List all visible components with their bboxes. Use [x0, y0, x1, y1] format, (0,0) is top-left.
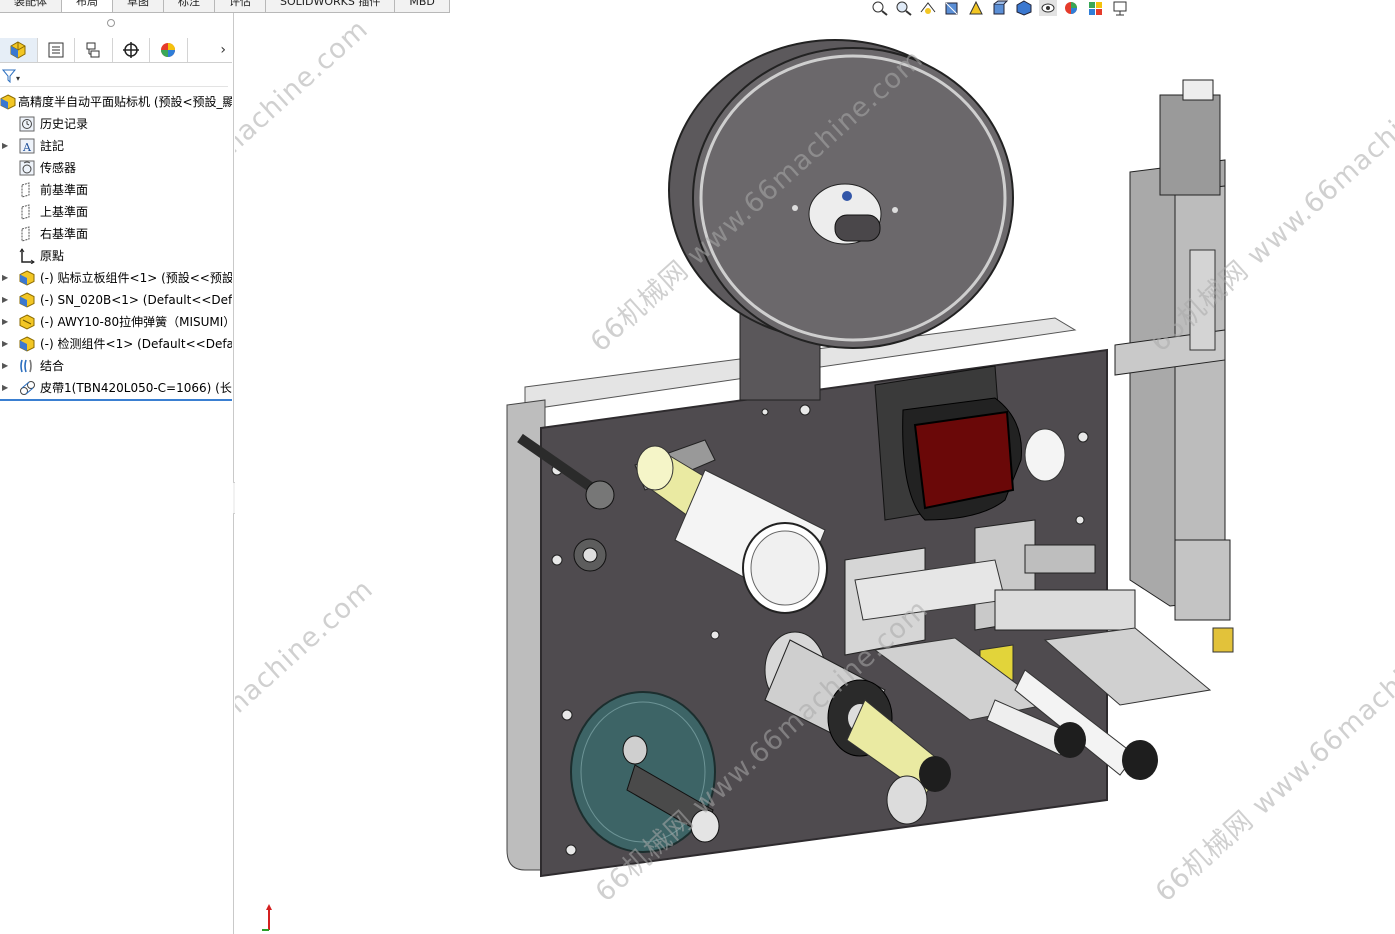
- subassembly-icon: [19, 292, 35, 308]
- filter-caret: ▾: [16, 74, 20, 83]
- tree-item-top-plane[interactable]: 上基準面: [0, 201, 232, 223]
- tree-item-label: (-) 贴标立板组件<1> (预設<<预設: [40, 271, 232, 285]
- tab-sketch[interactable]: 草图: [113, 0, 164, 13]
- manager-pane-tabs: ›: [0, 38, 232, 63]
- subassembly-icon: [19, 336, 35, 352]
- property-manager-icon: [48, 42, 64, 58]
- coordinate-triad: [262, 904, 272, 931]
- belt-icon: [20, 381, 35, 395]
- tree-item-label: (-) 检测组件<1> (Default<<Defau: [40, 337, 232, 351]
- display-manager-icon: [161, 43, 176, 57]
- part-icon: [19, 314, 35, 330]
- expand-arrow-icon[interactable]: ▶: [2, 333, 12, 355]
- tree-item-history[interactable]: 历史记录: [0, 113, 232, 135]
- tab-solidworks-addins[interactable]: SOLIDWORKS 插件: [266, 0, 396, 13]
- svg-text:A: A: [22, 141, 32, 154]
- tree-item-mates[interactable]: ▶ 结合: [0, 355, 232, 377]
- feature-tree: 高精度半自动平面贴标机 (预設<预設_顯 历史记录 ▶ A 註記 传感器 前基準…: [0, 91, 232, 401]
- expand-arrow-icon[interactable]: ▶: [2, 267, 12, 289]
- sensors-icon: [19, 160, 35, 176]
- feature-manager-icon: [10, 41, 26, 59]
- tree-root-assembly[interactable]: 高精度半自动平面贴标机 (预設<预設_顯: [0, 91, 232, 113]
- annotations-icon: A: [19, 138, 35, 154]
- tree-item-label: 传感器: [40, 161, 77, 175]
- tree-item-label: 结合: [40, 359, 65, 373]
- tree-item-label: 皮帶1(TBN420L050-C=1066) (长度: [40, 381, 232, 395]
- history-icon: [19, 116, 35, 132]
- plate-side-frame: [506, 399, 546, 871]
- tree-item-annotations[interactable]: ▶ A 註記: [0, 135, 232, 157]
- tree-item-label: 右基準面: [40, 227, 89, 241]
- tab-configuration-manager[interactable]: [75, 38, 113, 62]
- more-tabs-button[interactable]: ›: [188, 38, 232, 62]
- tab-assembly[interactable]: 装配体: [0, 0, 62, 13]
- tree-item-label: (-) AWY10-80拉伸弹簧（MISUMI）: [40, 315, 232, 329]
- configuration-manager-icon: [86, 42, 100, 58]
- filter-icon[interactable]: ▾: [1, 69, 22, 86]
- feature-manager-panel: › ▾ 高精度半自动平面贴标机 (预設<预設_顯 历史记录 ▶ A 註記 传感器…: [0, 12, 234, 934]
- mates-icon: [20, 359, 32, 373]
- tree-item-sn020b[interactable]: ▶ (-) SN_020B<1> (Default<<Defau: [0, 289, 232, 311]
- vertical-column: [1114, 79, 1234, 653]
- tree-item-right-plane[interactable]: 右基準面: [0, 223, 232, 245]
- tab-mbd[interactable]: MBD: [395, 0, 450, 13]
- tab-evaluate[interactable]: 评估: [215, 0, 266, 13]
- tree-item-label: 上基準面: [40, 205, 89, 219]
- assembly-icon: [0, 94, 16, 110]
- dimxpert-icon: [122, 42, 139, 58]
- tab-markup[interactable]: 标注: [164, 0, 215, 13]
- tree-root-label: 高精度半自动平面贴标机 (预設<预設_顯: [18, 95, 232, 109]
- plane-icon: [21, 182, 30, 198]
- tab-property-manager[interactable]: [38, 38, 76, 62]
- tab-layout[interactable]: 布局: [62, 0, 113, 13]
- tree-item-label: (-) SN_020B<1> (Default<<Defau: [40, 293, 232, 307]
- tree-item-front-plane[interactable]: 前基準面: [0, 179, 232, 201]
- panel-grip[interactable]: [107, 19, 115, 27]
- expand-arrow-icon[interactable]: ▶: [2, 289, 12, 311]
- expand-arrow-icon[interactable]: ▶: [2, 355, 12, 377]
- origin-icon: [19, 248, 35, 264]
- tree-item-label: 历史记录: [40, 117, 89, 131]
- tab-dimxpert[interactable]: [113, 38, 151, 62]
- tree-item-origin[interactable]: 原點: [0, 245, 232, 267]
- graphics-viewport[interactable]: 66机械网 www.66machine.com 66机械网 www.66mach…: [235, 0, 1395, 934]
- tree-item-sensors[interactable]: 传感器: [0, 157, 232, 179]
- tree-item-label: 原點: [40, 249, 65, 263]
- tab-feature-manager[interactable]: [0, 38, 38, 62]
- plane-icon: [21, 226, 30, 242]
- command-manager-tabs: 装配体 布局 草图 标注 评估 SOLIDWORKS 插件 MBD: [0, 0, 450, 13]
- plane-icon: [21, 204, 30, 220]
- tree-item-detection-assembly[interactable]: ▶ (-) 检测组件<1> (Default<<Defau: [0, 333, 232, 355]
- expand-arrow-icon[interactable]: ▶: [2, 377, 12, 399]
- filter-bar[interactable]: ▾: [0, 66, 228, 87]
- tree-item-label-plate-assembly[interactable]: ▶ (-) 贴标立板组件<1> (预設<<预設: [0, 267, 232, 289]
- tab-display-manager[interactable]: [150, 38, 188, 62]
- tree-item-label: 註記: [40, 139, 65, 153]
- subassembly-icon: [19, 270, 35, 286]
- tree-item-spring[interactable]: ▶ (-) AWY10-80拉伸弹簧（MISUMI）: [0, 311, 232, 333]
- tree-item-label: 前基準面: [40, 183, 89, 197]
- tree-item-belt[interactable]: ▶ 皮帶1(TBN420L050-C=1066) (长度: [0, 377, 232, 401]
- expand-arrow-icon[interactable]: ▶: [2, 135, 12, 157]
- expand-arrow-icon[interactable]: ▶: [2, 311, 12, 333]
